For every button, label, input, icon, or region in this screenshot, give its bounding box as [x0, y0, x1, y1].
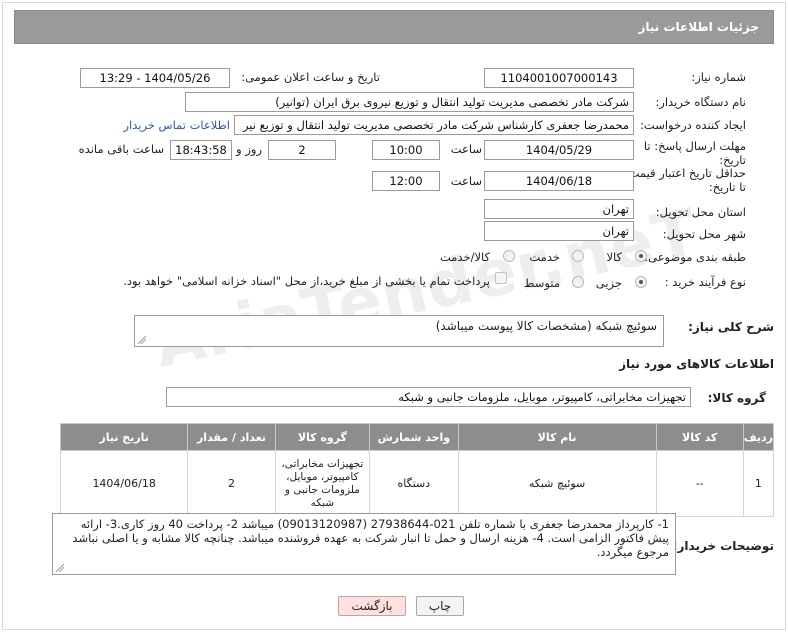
process-minor-radio[interactable]	[635, 276, 647, 288]
col-header-qty: تعداد / مقدار	[187, 423, 276, 451]
price-validity-time-label: ساعت	[450, 174, 482, 188]
col-header-group: گروه کالا	[274, 423, 371, 451]
deadline-time-field: 10:00	[372, 140, 440, 160]
category-goods-radio[interactable]	[635, 250, 647, 262]
price-validity-label-1: حداقل تاریخ اعتبار قیمت:	[624, 166, 746, 180]
goods-group-field: تجهیزات مخابراتی، کامپیوتر، موبایل، ملزو…	[166, 387, 691, 407]
deadline-label-1: مهلت ارسال پاسخ: تا	[643, 139, 746, 153]
panel-header: جزئیات اطلاعات نیاز	[14, 10, 774, 44]
process-medium-radio[interactable]	[572, 276, 584, 288]
time-remaining-field: 18:43:58	[170, 140, 232, 160]
announce-field: 1404/05/26 - 13:29	[80, 68, 230, 88]
province-label: استان محل تحویل:	[655, 205, 746, 219]
deadline-time-label: ساعت	[450, 142, 482, 156]
goods-info-title: اطلاعات کالاهای مورد نیاز	[619, 357, 774, 371]
buyer-contact-link[interactable]: اطلاعات تماس خریدار	[123, 118, 230, 132]
process-medium-label: متوسط	[523, 276, 560, 290]
summary-textarea: سوئیچ شبکه (مشخصات کالا پیوست میباشد)	[134, 315, 664, 347]
table-row: 1 -- سوئیچ شبکه دستگاه تجهیزات مخابراتی،…	[59, 450, 775, 517]
summary-label: شرح کلی نیاز:	[688, 320, 774, 334]
process-label: نوع فرآیند خرید :	[664, 275, 746, 289]
time-remaining-label: ساعت باقی مانده	[78, 142, 164, 156]
days-label: روز و	[236, 142, 262, 156]
cell-name: سوئیچ شبکه	[457, 450, 657, 517]
cell-qty: 2	[187, 450, 276, 517]
buyer-org-label: نام دستگاه خریدار:	[655, 95, 746, 109]
treasury-payment-checkbox[interactable]	[495, 272, 507, 284]
creator-label: ایجاد کننده درخواست:	[640, 118, 746, 132]
category-service-label: خدمت	[529, 250, 560, 264]
province-field: تهران	[484, 199, 634, 219]
col-header-code: کد کالا	[655, 423, 744, 451]
back-button[interactable]: بازگشت	[338, 596, 406, 616]
print-button[interactable]: چاپ	[416, 596, 464, 616]
table-header-row: ردیف کد کالا نام کالا واحد شمارش گروه کا…	[59, 423, 775, 451]
category-service-radio[interactable]	[572, 250, 584, 262]
cell-code: --	[655, 450, 744, 517]
announce-label: تاریخ و ساعت اعلان عمومی:	[241, 70, 380, 84]
category-goods-label: کالا	[606, 250, 622, 264]
creator-field: محمدرضا جعفری کارشناس شرکت مادر تخصصی مد…	[234, 115, 634, 135]
need-number-label: شماره نیاز:	[691, 70, 746, 84]
city-field: تهران	[484, 221, 634, 241]
price-validity-time-field: 12:00	[372, 171, 440, 191]
days-remaining-field: 2	[268, 140, 336, 160]
cell-unit: دستگاه	[369, 450, 459, 517]
page-title: جزئیات اطلاعات نیاز	[638, 20, 759, 34]
need-number-field: 1104001007000143	[484, 68, 634, 88]
category-goods-service-radio[interactable]	[503, 250, 515, 262]
deadline-date-field: 1404/05/29	[484, 140, 634, 160]
col-header-date: تاریخ نیاز	[59, 423, 189, 451]
summary-text: سوئیچ شبکه (مشخصات کالا پیوست میباشد)	[435, 319, 657, 333]
process-minor-label: جزیی	[595, 276, 622, 290]
resize-grip-icon	[138, 336, 146, 344]
cell-group: تجهیزات مخابراتی، کامپیوتر، موبایل، ملزو…	[274, 450, 371, 517]
price-validity-label-2: تا تاریخ:	[708, 180, 746, 194]
city-label: شهر محل تحویل:	[662, 227, 746, 241]
buyer-notes-text: 1- کارپرداز محمدرضا جعفری با شماره تلفن …	[72, 517, 669, 559]
resize-grip-icon	[56, 564, 64, 572]
buyer-notes-textarea: 1- کارپرداز محمدرضا جعفری با شماره تلفن …	[52, 513, 676, 575]
category-label: طبقه بندی موضوعی:	[644, 250, 746, 264]
cell-row-number: 1	[742, 450, 775, 517]
category-goods-service-label: کالا/خدمت	[439, 250, 490, 264]
price-validity-date-field: 1404/06/18	[484, 171, 634, 191]
goods-table: ردیف کد کالا نام کالا واحد شمارش گروه کا…	[59, 423, 775, 517]
col-header-unit: واحد شمارش	[369, 423, 459, 451]
deadline-label-2: تاریخ:	[719, 153, 746, 167]
col-header-row: ردیف	[742, 423, 775, 451]
buyer-notes-label: توضیحات خریدار:	[672, 539, 774, 553]
treasury-payment-note: پرداخت تمام یا بخشی از مبلغ خرید،از محل …	[123, 274, 490, 288]
buyer-org-field: شرکت مادر تخصصی مدیریت تولید انتقال و تو…	[185, 92, 634, 112]
cell-date: 1404/06/18	[59, 450, 189, 517]
goods-group-label: گروه کالا:	[707, 391, 766, 405]
col-header-name: نام کالا	[457, 423, 657, 451]
